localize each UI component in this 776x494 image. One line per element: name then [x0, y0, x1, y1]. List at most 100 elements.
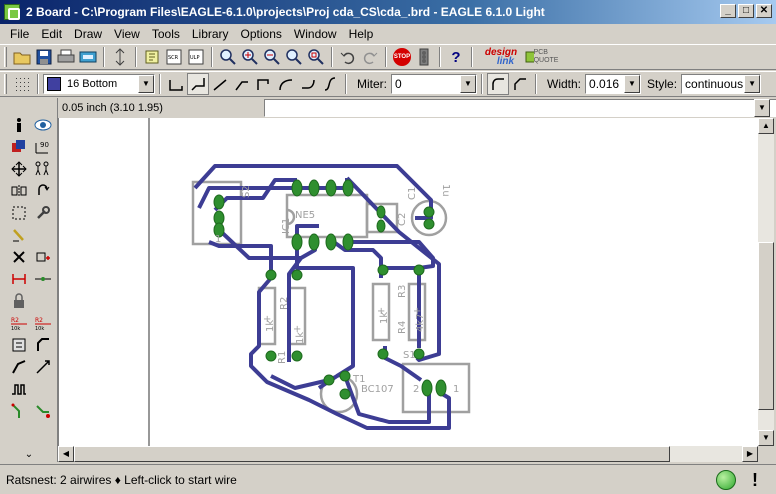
vertical-scrollbar[interactable]: ▲ ▼ [758, 118, 774, 446]
stop-command-button[interactable]: ! [744, 468, 766, 492]
scroll-down-button[interactable]: ▼ [758, 430, 774, 446]
meander-icon[interactable] [8, 378, 30, 400]
layer-select[interactable]: 16 Bottom ▼ [43, 74, 155, 94]
delete-icon[interactable] [8, 246, 30, 268]
script-icon[interactable]: SCR [163, 46, 185, 68]
close-button[interactable]: ✕ [756, 4, 772, 18]
save-icon[interactable] [33, 46, 55, 68]
split-wire-icon[interactable] [8, 356, 30, 378]
menu-edit[interactable]: Edit [35, 27, 68, 41]
wire-bend-style-5-icon[interactable] [275, 73, 297, 95]
print-icon[interactable] [55, 46, 77, 68]
vertical-scroll-thumb[interactable] [758, 242, 774, 410]
mark-icon[interactable]: 90 [32, 136, 54, 158]
chevron-down-icon[interactable]: ▼ [624, 75, 641, 93]
use-library-icon[interactable] [141, 46, 163, 68]
chevron-double-down-icon[interactable]: ⌄ [0, 446, 58, 462]
cam-processor-icon[interactable] [77, 46, 99, 68]
toolbar-grip[interactable] [4, 74, 7, 94]
chevron-down-icon[interactable]: ▼ [754, 99, 770, 117]
wire-bend-style-7-icon[interactable] [319, 73, 341, 95]
c1-value-label: 1u [440, 184, 451, 197]
design-link-button[interactable]: design link [477, 46, 525, 68]
group-icon[interactable] [8, 202, 30, 224]
r4-label: R4 [397, 321, 408, 334]
minimize-button[interactable]: _ [720, 4, 736, 18]
zoom-out-icon[interactable] [261, 46, 283, 68]
wire-bend-style-4-icon[interactable] [253, 73, 275, 95]
zoom-select-icon[interactable] [305, 46, 327, 68]
change-wrench-icon[interactable] [32, 202, 54, 224]
switch-to-schematic-icon[interactable] [109, 46, 131, 68]
menu-options[interactable]: Options [235, 27, 288, 41]
rotate-icon[interactable] [32, 180, 54, 202]
copy-icon[interactable] [32, 158, 54, 180]
zoom-in-icon[interactable] [239, 46, 261, 68]
info-icon[interactable] [8, 114, 30, 136]
toolbar-separator [345, 74, 347, 94]
wire-bend-style-3-icon[interactable] [231, 73, 253, 95]
c1-label: C1 [407, 187, 418, 200]
style-select[interactable]: continuous ▼ [681, 74, 762, 94]
miter-icon[interactable] [32, 334, 54, 356]
menu-tools[interactable]: Tools [146, 27, 186, 41]
wire-bend-style-1-icon[interactable] [187, 73, 209, 95]
stop-button[interactable]: STOP [391, 46, 413, 68]
redo-icon[interactable] [359, 46, 381, 68]
pcb-quote-button[interactable]: PCB QUOTE [525, 46, 563, 68]
name-icon[interactable]: R2 10k [8, 312, 30, 334]
miter-straight-icon[interactable] [509, 73, 531, 95]
horizontal-scroll-thumb[interactable] [74, 446, 670, 462]
go-icon[interactable] [413, 46, 435, 68]
move-icon[interactable] [8, 158, 30, 180]
add-part-icon[interactable] [32, 246, 54, 268]
toolbar-grip[interactable] [4, 47, 7, 67]
miter-value: 0 [395, 77, 402, 91]
undo-icon[interactable] [337, 46, 359, 68]
horizontal-scrollbar[interactable]: ◀ ▶ [58, 446, 758, 462]
route-icon[interactable] [8, 400, 30, 422]
scroll-left-button[interactable]: ◀ [58, 446, 74, 462]
wire-bend-style-2-icon[interactable] [209, 73, 231, 95]
menu-window[interactable]: Window [288, 27, 343, 41]
wire-bend-style-0-icon[interactable] [165, 73, 187, 95]
optimize-icon[interactable] [32, 356, 54, 378]
run-ulp-icon[interactable]: ULP [185, 46, 207, 68]
replace-icon[interactable] [8, 268, 30, 290]
paste-icon[interactable] [8, 224, 30, 246]
menu-help[interactable]: Help [343, 27, 380, 41]
r2-plus-label: + [293, 324, 301, 335]
display-layers-icon[interactable] [8, 136, 30, 158]
split-icon[interactable] [32, 268, 54, 290]
miter-select[interactable]: 0 ▼ [391, 74, 477, 94]
zoom-fit-icon[interactable] [217, 46, 239, 68]
maximize-button[interactable]: □ [738, 4, 754, 18]
menu-draw[interactable]: Draw [68, 27, 108, 41]
ne-label: NE5 [295, 210, 315, 221]
miter-round-icon[interactable] [487, 73, 509, 95]
command-input[interactable] [264, 99, 776, 117]
scroll-right-button[interactable]: ▶ [742, 446, 758, 462]
grid-icon[interactable] [11, 73, 33, 95]
mirror-icon[interactable] [8, 180, 30, 202]
smash-icon[interactable] [8, 334, 30, 356]
lock-icon[interactable] [8, 290, 30, 312]
show-eye-icon[interactable] [32, 114, 54, 136]
help-icon[interactable]: ? [445, 46, 467, 68]
menu-library[interactable]: Library [186, 27, 235, 41]
chevron-down-icon[interactable]: ▼ [744, 75, 761, 93]
scroll-up-button[interactable]: ▲ [758, 118, 774, 134]
chevron-down-icon[interactable]: ▼ [460, 75, 476, 93]
zoom-redraw-icon[interactable] [283, 46, 305, 68]
value-icon[interactable]: R2 10k [32, 312, 54, 334]
board-canvas[interactable]: S2 NE5 IC1 C1 1u C2 1k 1k R2 R1 1k R3 R4… [58, 118, 758, 446]
eagle-app-icon [4, 4, 20, 20]
menu-view[interactable]: View [108, 27, 146, 41]
width-select[interactable]: 0.016 ▼ [585, 74, 642, 94]
chevron-down-icon[interactable]: ▼ [138, 75, 154, 93]
open-icon[interactable] [11, 46, 33, 68]
ripup-icon[interactable] [32, 400, 54, 422]
wire-bend-style-6-icon[interactable] [297, 73, 319, 95]
menu-file[interactable]: File [4, 27, 35, 41]
s2-pin-label: 1 [215, 234, 221, 245]
